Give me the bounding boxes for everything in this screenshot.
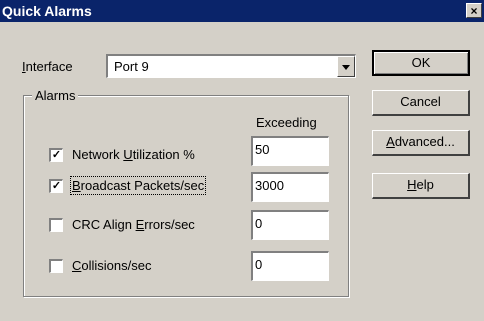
check-icon: ✓: [51, 149, 62, 161]
broadcast-packets-checkbox[interactable]: ✓: [49, 179, 63, 193]
alarms-group-label: Alarms: [32, 88, 79, 103]
collisions-threshold-field[interactable]: 0: [251, 251, 329, 281]
collisions-label: Collisions/sec: [72, 258, 152, 273]
ok-button[interactable]: OK: [372, 50, 470, 76]
exceeding-column-header: Exceeding: [256, 115, 317, 130]
broadcast-packets-threshold-field[interactable]: 3000: [251, 172, 329, 202]
crc-align-errors-threshold-field[interactable]: 0: [251, 210, 329, 240]
network-utilization-checkbox[interactable]: ✓: [49, 148, 63, 162]
check-icon: ✓: [51, 180, 62, 192]
close-button[interactable]: ×: [466, 3, 482, 18]
window-title: Quick Alarms: [2, 3, 92, 19]
close-icon: ×: [470, 4, 478, 18]
help-button[interactable]: Help: [372, 173, 470, 199]
network-utilization-threshold-field[interactable]: 50: [251, 136, 329, 166]
broadcast-packets-label: Broadcast Packets/sec: [69, 176, 207, 195]
network-utilization-label: Network Utilization %: [72, 147, 195, 162]
collisions-checkbox[interactable]: [49, 259, 63, 273]
crc-align-errors-label: CRC Align Errors/sec: [72, 217, 195, 232]
interface-selected-value: Port 9: [114, 59, 149, 74]
chevron-down-icon[interactable]: [337, 56, 355, 77]
cancel-button[interactable]: Cancel: [372, 90, 470, 116]
advanced-button[interactable]: Advanced...: [372, 130, 470, 156]
interface-label: Interface: [22, 59, 73, 74]
title-bar: Quick Alarms ×: [0, 0, 484, 22]
interface-dropdown[interactable]: Port 9: [106, 54, 356, 78]
crc-align-errors-checkbox[interactable]: [49, 218, 63, 232]
